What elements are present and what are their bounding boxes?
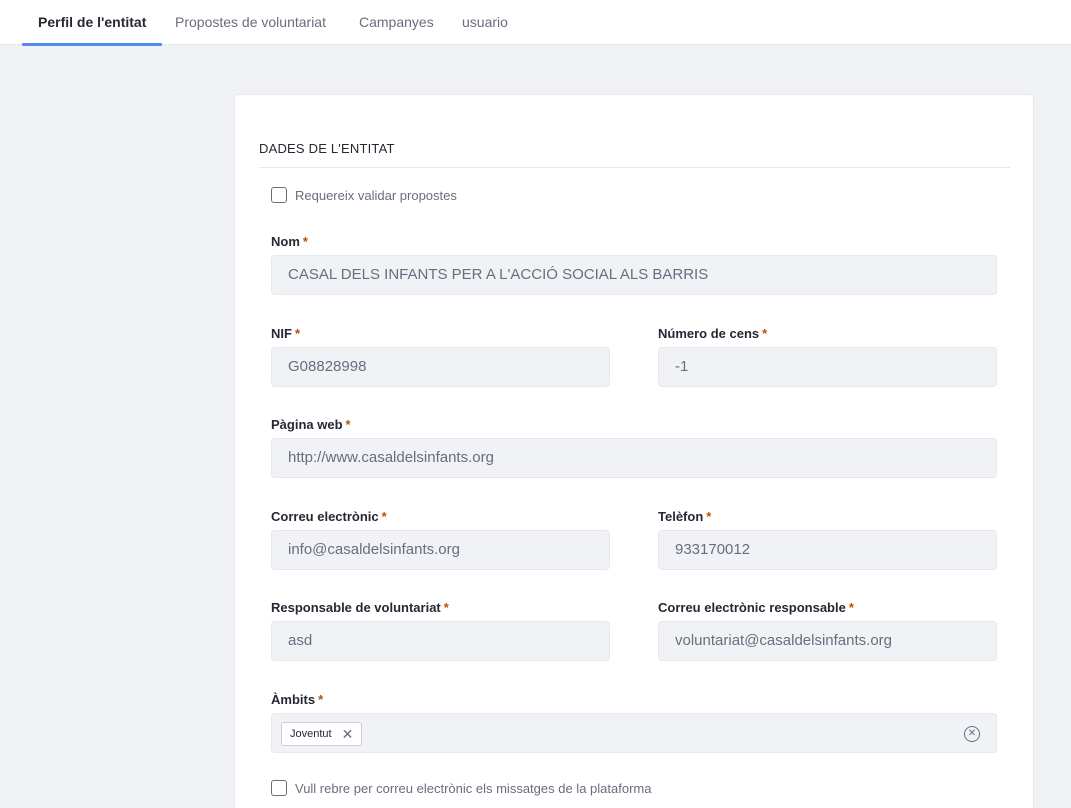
responsable-input[interactable]: asd xyxy=(271,621,610,661)
ambits-label: Àmbits * xyxy=(271,692,324,707)
tab-perfil-entitat[interactable]: Perfil de l'entitat xyxy=(22,0,163,46)
email-responsable-input[interactable]: voluntariat@casaldelsinfants.org xyxy=(658,621,997,661)
required-marker: * xyxy=(318,692,324,707)
active-tab-indicator xyxy=(22,43,163,46)
tab-label: Campanyes xyxy=(359,14,434,30)
close-icon[interactable]: ✕ xyxy=(342,727,354,741)
clear-circle-icon[interactable]: ✕ xyxy=(964,726,980,742)
entity-data-card: DADES DE L'ENTITAT Requereix validar pro… xyxy=(234,94,1034,808)
web-label: Pàgina web * xyxy=(271,417,351,432)
receive-emails-label: Vull rebre per correu electrònic els mis… xyxy=(295,780,652,796)
top-navigation: Perfil de l'entitat Propostes de volunta… xyxy=(0,0,1071,46)
responsable-label: Responsable de voluntariat * xyxy=(271,600,449,615)
ambit-tag-label: Joventut xyxy=(290,728,332,740)
tab-label: Propostes de voluntariat xyxy=(175,14,326,30)
tab-label: Perfil de l'entitat xyxy=(38,14,147,30)
required-marker: * xyxy=(294,326,301,341)
required-marker: * xyxy=(302,234,308,249)
email-label: Correu electrònic * xyxy=(271,509,387,524)
tab-usuario[interactable]: usuario xyxy=(462,0,508,45)
cens-input[interactable]: -1 xyxy=(658,347,997,387)
ambit-tag: Joventut ✕ xyxy=(281,722,363,746)
nif-label: NIF * xyxy=(271,326,301,341)
telefon-label: Telèfon * xyxy=(658,509,712,524)
receive-emails-row: Vull rebre per correu electrònic els mis… xyxy=(271,779,651,797)
tab-label: usuario xyxy=(462,14,508,30)
required-marker: * xyxy=(443,600,449,615)
require-validation-row: Requereix validar propostes xyxy=(271,186,457,204)
nif-input[interactable]: G08828998 xyxy=(271,347,610,387)
required-marker: * xyxy=(345,417,351,432)
ambits-multiselect[interactable]: Joventut ✕ ✕ xyxy=(271,713,997,753)
require-validation-label: Requereix validar propostes xyxy=(295,187,457,203)
section-title: DADES DE L'ENTITAT xyxy=(259,141,395,156)
email-input[interactable]: info@casaldelsinfants.org xyxy=(271,530,610,570)
receive-emails-checkbox[interactable] xyxy=(271,780,287,796)
cens-label: Número de cens * xyxy=(658,326,768,341)
nom-label: Nom * xyxy=(271,234,308,249)
required-marker: * xyxy=(381,509,387,524)
required-marker: * xyxy=(848,600,854,615)
tab-propostes-voluntariat[interactable]: Propostes de voluntariat xyxy=(175,0,326,45)
telefon-input[interactable]: 933170012 xyxy=(658,530,997,570)
section-divider xyxy=(259,167,1010,168)
required-marker: * xyxy=(762,326,768,341)
nom-input[interactable]: CASAL DELS INFANTS PER A L'ACCIÓ SOCIAL … xyxy=(271,255,997,295)
web-input[interactable]: http://www.casaldelsinfants.org xyxy=(271,438,997,478)
required-marker: * xyxy=(706,509,712,524)
tab-campanyes[interactable]: Campanyes xyxy=(359,0,434,45)
email-responsable-label: Correu electrònic responsable * xyxy=(658,600,854,615)
require-validation-checkbox[interactable] xyxy=(271,187,287,203)
